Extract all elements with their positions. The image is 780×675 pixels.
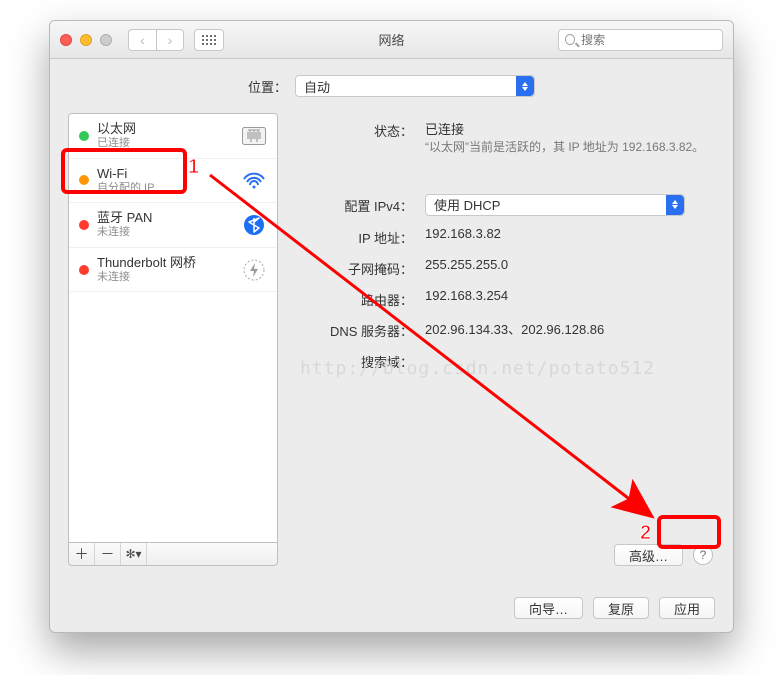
minimize-icon[interactable]: [80, 34, 92, 46]
dns-label: DNS 服务器：: [298, 319, 413, 340]
close-icon[interactable]: [60, 34, 72, 46]
subnet-mask-label: 子网掩码：: [298, 257, 413, 278]
status-dot-red-icon: [79, 220, 89, 230]
add-service-button[interactable]: ＋: [69, 543, 95, 565]
search-icon: [565, 34, 575, 45]
service-name: 以太网: [97, 122, 233, 137]
service-actions-button[interactable]: ✻▾: [121, 543, 147, 565]
sidebar: 以太网 已连接 Wi-Fi 自分配的 IP: [68, 113, 278, 566]
location-select[interactable]: 自动: [295, 75, 535, 97]
sidebar-item-bluetooth-pan[interactable]: 蓝牙 PAN 未连接: [69, 203, 277, 248]
bluetooth-icon: [241, 214, 267, 236]
ip-label: IP 地址：: [298, 226, 413, 247]
back-button[interactable]: ‹: [128, 29, 156, 51]
location-label: 位置：: [248, 77, 287, 96]
service-status: 已连接: [97, 137, 233, 150]
configure-ipv4-label: 配置 IPv4：: [298, 194, 413, 216]
ip-value: 192.168.3.82: [425, 226, 715, 247]
sidebar-toolbar: ＋ － ✻▾: [68, 542, 278, 566]
grid-icon: [202, 35, 216, 45]
status-dot-red-icon: [79, 265, 89, 275]
titlebar: ‹ › 网络: [50, 21, 733, 59]
nav-buttons: ‹ ›: [128, 29, 184, 51]
status-label: 状态：: [298, 119, 413, 156]
window-controls: [60, 34, 112, 46]
sidebar-item-ethernet[interactable]: 以太网 已连接: [69, 114, 277, 159]
status-value: 已连接: [425, 119, 715, 138]
subnet-mask-value: 255.255.255.0: [425, 257, 715, 278]
detail-panel: 状态： 已连接 “以太网”当前是活跃的，其 IP 地址为 192.168.3.8…: [298, 113, 715, 566]
body: 以太网 已连接 Wi-Fi 自分配的 IP: [50, 105, 733, 580]
service-status: 自分配的 IP: [97, 182, 233, 195]
search-domains-value: [425, 350, 715, 371]
footer: 向导… 复原 应用: [50, 584, 733, 632]
service-status: 未连接: [97, 271, 233, 284]
service-status: 未连接: [97, 226, 233, 239]
status-dot-orange-icon: [79, 175, 89, 185]
sidebar-item-wifi[interactable]: Wi-Fi 自分配的 IP: [69, 159, 277, 204]
status-block: 已连接 “以太网”当前是活跃的，其 IP 地址为 192.168.3.82。: [425, 119, 715, 156]
dns-value: 202.96.134.33、202.96.128.86: [425, 319, 715, 340]
service-list: 以太网 已连接 Wi-Fi 自分配的 IP: [68, 113, 278, 542]
apply-button[interactable]: 应用: [659, 597, 715, 619]
thunderbolt-icon: [241, 259, 267, 281]
service-name: Wi-Fi: [97, 167, 233, 182]
service-name: Thunderbolt 网桥: [97, 256, 233, 271]
forward-button[interactable]: ›: [156, 29, 184, 51]
network-preferences-window: ‹ › 网络 位置： 自动: [49, 20, 734, 633]
configure-ipv4-select[interactable]: 使用 DHCP: [425, 194, 685, 216]
search-field[interactable]: [558, 29, 723, 51]
service-name: 蓝牙 PAN: [97, 211, 233, 226]
router-label: 路由器：: [298, 288, 413, 309]
ethernet-icon: [241, 127, 267, 145]
show-all-button[interactable]: [194, 29, 224, 51]
status-description: “以太网”当前是活跃的，其 IP 地址为 192.168.3.82。: [425, 140, 715, 156]
search-input[interactable]: [579, 32, 716, 48]
status-dot-green-icon: [79, 131, 89, 141]
location-row: 位置： 自动: [50, 59, 733, 105]
wizard-button[interactable]: 向导…: [514, 597, 583, 619]
location-value: 自动: [304, 77, 330, 96]
window-title: 网络: [378, 30, 404, 49]
help-button[interactable]: ?: [693, 545, 713, 565]
remove-service-button[interactable]: －: [95, 543, 121, 565]
chevron-updown-icon: [666, 195, 684, 215]
advanced-button[interactable]: 高级…: [614, 544, 683, 566]
wifi-icon: [241, 171, 267, 189]
chevron-updown-icon: [516, 76, 534, 96]
search-domains-label: 搜索域：: [298, 350, 413, 371]
configure-ipv4-value: 使用 DHCP: [434, 195, 500, 214]
zoom-icon[interactable]: [100, 34, 112, 46]
revert-button[interactable]: 复原: [593, 597, 649, 619]
gear-icon: ✻▾: [125, 547, 141, 561]
router-value: 192.168.3.254: [425, 288, 715, 309]
sidebar-item-thunderbolt-bridge[interactable]: Thunderbolt 网桥 未连接: [69, 248, 277, 293]
